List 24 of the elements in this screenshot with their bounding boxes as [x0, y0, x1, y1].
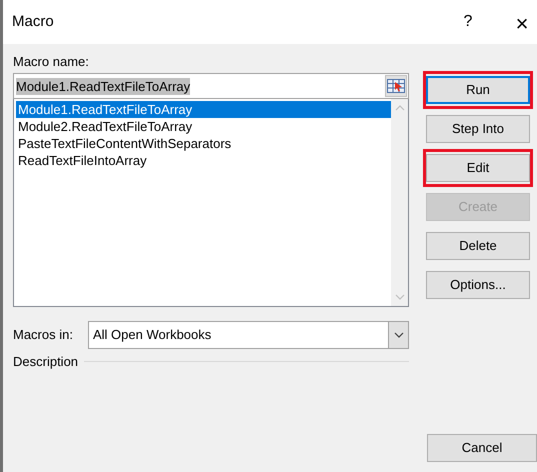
dropdown-button[interactable] [388, 322, 408, 348]
macro-list-item[interactable]: PasteTextFileContentWithSeparators [16, 135, 391, 152]
macro-list-item[interactable]: Module1.ReadTextFileToArray [16, 101, 391, 118]
chevron-down-icon [394, 332, 404, 338]
macro-name-field[interactable]: Module1.ReadTextFileToArray [13, 73, 409, 99]
dialog-button[interactable]: Delete [426, 232, 530, 260]
dialog-button[interactable]: Options... [426, 271, 530, 299]
macro-name-label: Macro name: [13, 53, 89, 70]
window-title: Macro [12, 12, 55, 32]
macros-in-dropdown[interactable]: All Open Workbooks [88, 321, 409, 349]
macro-list-item[interactable]: Module2.ReadTextFileToArray [16, 118, 391, 135]
dialog-button[interactable]: Step Into [426, 115, 530, 143]
macros-in-value: All Open Workbooks [93, 326, 212, 344]
macros-in-label: Macros in: [13, 326, 74, 344]
macro-name-value: Module1.ReadTextFileToArray [16, 78, 190, 94]
dialog-button[interactable]: Run [426, 76, 530, 104]
grid-arrow-icon [387, 79, 405, 93]
close-button[interactable]: × [507, 7, 537, 37]
cancel-button[interactable]: Cancel [427, 434, 537, 462]
dialog-button[interactable]: Edit [426, 154, 530, 182]
description-label: Description [13, 353, 78, 371]
range-picker-button[interactable] [385, 75, 407, 97]
macro-list-item[interactable]: ReadTextFileIntoArray [16, 152, 391, 169]
help-button[interactable]: ? [453, 7, 483, 37]
